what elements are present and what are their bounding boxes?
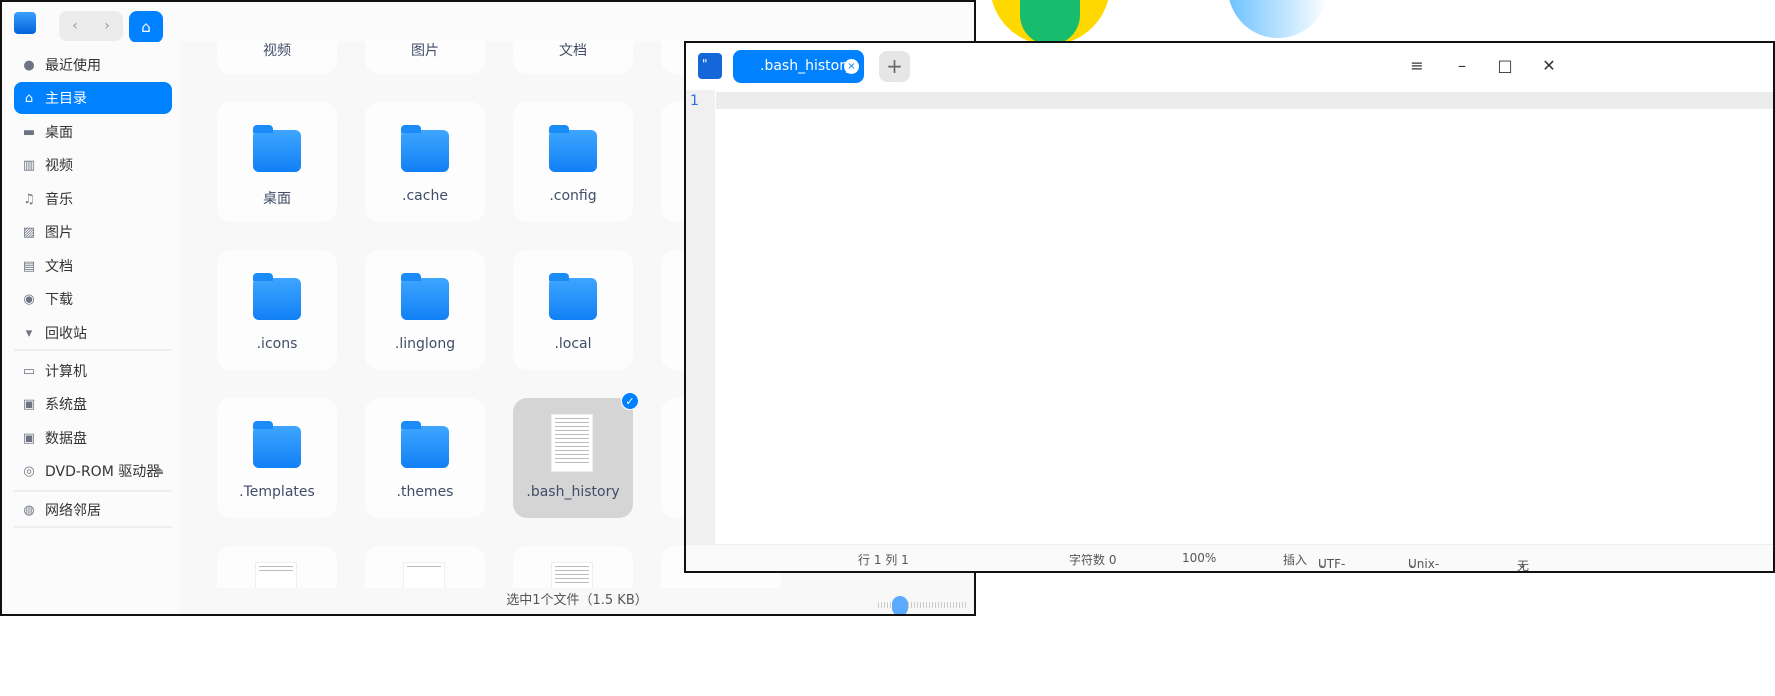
folder-icon: [253, 273, 301, 320]
title-bar: ‹ › ⌂ ⌕ ▦ ☰ ▤ ≡ – □ ✕: [2, 2, 974, 43]
divider: [14, 349, 172, 351]
picture-icon: ▨: [22, 224, 36, 240]
sidebar-item-recent[interactable]: ● 最近使用: [14, 49, 172, 81]
sidebar-item-trash[interactable]: ▾ 回收站: [14, 317, 172, 349]
char-count: 字符数 0: [1069, 553, 1117, 567]
sidebar-item-downloads[interactable]: ◉ 下载: [14, 283, 172, 315]
desktop-cloud-icon[interactable]: [1228, 0, 1328, 38]
menu-icon[interactable]: ≡: [810, 12, 834, 31]
new-tab-button[interactable]: +: [879, 51, 910, 82]
forward-button[interactable]: ›: [91, 11, 123, 41]
close-icon[interactable]: ✕: [943, 12, 967, 31]
sidebar-item-data-disk[interactable]: ▣ 数据盘: [14, 422, 172, 454]
sidebar-item-documents[interactable]: ▤ 文档: [14, 250, 172, 282]
cursor-position: 行 1 列 1: [858, 553, 909, 567]
chevron-down-icon: ⌄: [1318, 557, 1329, 571]
folder-icon: [401, 273, 449, 320]
folder-icon: [253, 125, 301, 172]
home-icon: ⌂: [24, 90, 34, 106]
file-item[interactable]: 文档: [513, 2, 633, 74]
eject-icon[interactable]: ⏏: [155, 466, 164, 477]
sidebar-item-desktop[interactable]: ▬ 桌面: [14, 116, 172, 148]
file-item[interactable]: .linglong: [365, 250, 485, 370]
file-item[interactable]: .icons: [217, 250, 337, 370]
sidebar-item-home[interactable]: ⌂ 主目录: [14, 82, 172, 114]
file-item[interactable]: 视频: [217, 2, 337, 74]
chevron-down-icon: ⌄: [1517, 557, 1528, 571]
nav-buttons: ‹ ›: [59, 11, 123, 41]
status-bar: 选中1个文件（1.5 KB）: [180, 588, 974, 614]
line-number-gutter: 1: [686, 90, 715, 544]
check-icon: ✓: [621, 392, 639, 410]
computer-icon: ▭: [22, 363, 36, 379]
folder-icon: [401, 421, 449, 468]
trash-icon: ▾: [25, 325, 33, 341]
document-icon: ▤: [22, 258, 36, 274]
file-item[interactable]: .cache: [365, 102, 485, 222]
music-icon: ♫: [23, 191, 35, 207]
sidebar-item-videos[interactable]: ▥ 视频: [14, 149, 172, 181]
chevron-down-icon: ⌄: [1408, 557, 1419, 571]
sidebar: ● 最近使用 ⌂ 主目录 ▬ 桌面 ▥ 视频 ♫ 音乐 ▨ 图片 ▤ 文档 ◉ 下载 ▾ 回收站 …: [2, 42, 180, 614]
maximize-icon[interactable]: □: [899, 12, 923, 31]
sidebar-item-computer[interactable]: ▭ 计算机: [14, 355, 172, 387]
editor-title-bar: " .bash_history × + ≡ – □ ✕: [686, 43, 1773, 90]
divider: [14, 526, 172, 528]
clock-icon: ●: [23, 57, 35, 73]
zoom-level: 100%: [1182, 551, 1217, 565]
desktop-icon: ▬: [22, 124, 36, 140]
disk-icon: ▣: [22, 396, 36, 412]
file-item[interactable]: 桌面: [217, 102, 337, 222]
text-area-current-line[interactable]: [716, 92, 1773, 109]
insert-mode[interactable]: 插入: [1283, 551, 1307, 568]
sidebar-item-system-disk[interactable]: ▣ 系统盘: [14, 388, 172, 420]
file-item[interactable]: 图片: [365, 2, 485, 74]
file-item[interactable]: .Templates: [217, 398, 337, 518]
editor-status-bar: 行 1 列 1 字符数 0 100% 插入 UTF-8 ⌄ Unix-Forma…: [686, 544, 1773, 571]
text-editor-window: " .bash_history × + ≡ – □ ✕ 1 行 1 列 1 字符数…: [684, 41, 1775, 573]
file-manager-logo: [14, 12, 36, 34]
text-file-thumbnail: [551, 414, 593, 472]
close-icon[interactable]: ✕: [1537, 56, 1561, 75]
file-item-selected[interactable]: .bash_history ✓: [513, 392, 639, 518]
file-item[interactable]: .local: [513, 250, 633, 370]
maximize-icon[interactable]: □: [1493, 56, 1517, 75]
dvd-icon: ◎: [23, 463, 35, 479]
sidebar-item-music[interactable]: ♫ 音乐: [14, 183, 172, 215]
menu-icon[interactable]: ≡: [1405, 56, 1429, 75]
editor-logo: ": [698, 53, 722, 79]
selection-status: 选中1个文件（1.5 KB）: [506, 593, 648, 608]
minimize-icon[interactable]: –: [856, 12, 880, 31]
home-button[interactable]: ⌂: [129, 11, 163, 43]
minimize-icon[interactable]: –: [1450, 56, 1474, 75]
sidebar-item-pictures[interactable]: ▨ 图片: [14, 216, 172, 248]
folder-icon: [549, 125, 597, 172]
folder-icon: [549, 273, 597, 320]
file-item[interactable]: .config: [513, 102, 633, 222]
disk-icon: ▣: [22, 430, 36, 446]
divider: [14, 490, 172, 492]
folder-icon: [401, 125, 449, 172]
download-icon: ◉: [23, 291, 35, 307]
file-item[interactable]: .themes: [365, 398, 485, 518]
close-tab-icon[interactable]: ×: [844, 59, 859, 74]
sidebar-item-network[interactable]: ◍ 网络邻居: [14, 494, 172, 526]
folder-icon: [253, 421, 301, 468]
icon-size-slider[interactable]: [878, 596, 966, 614]
desktop-app-icon[interactable]: [990, 0, 1110, 45]
tab-bash-history[interactable]: .bash_history ×: [733, 50, 864, 83]
sidebar-item-dvd[interactable]: ◎ DVD-ROM 驱动器 ⏏: [14, 455, 172, 487]
back-button[interactable]: ‹: [59, 11, 91, 41]
slider-handle[interactable]: [892, 596, 909, 614]
video-icon: ▥: [22, 157, 36, 173]
network-icon: ◍: [23, 502, 35, 518]
